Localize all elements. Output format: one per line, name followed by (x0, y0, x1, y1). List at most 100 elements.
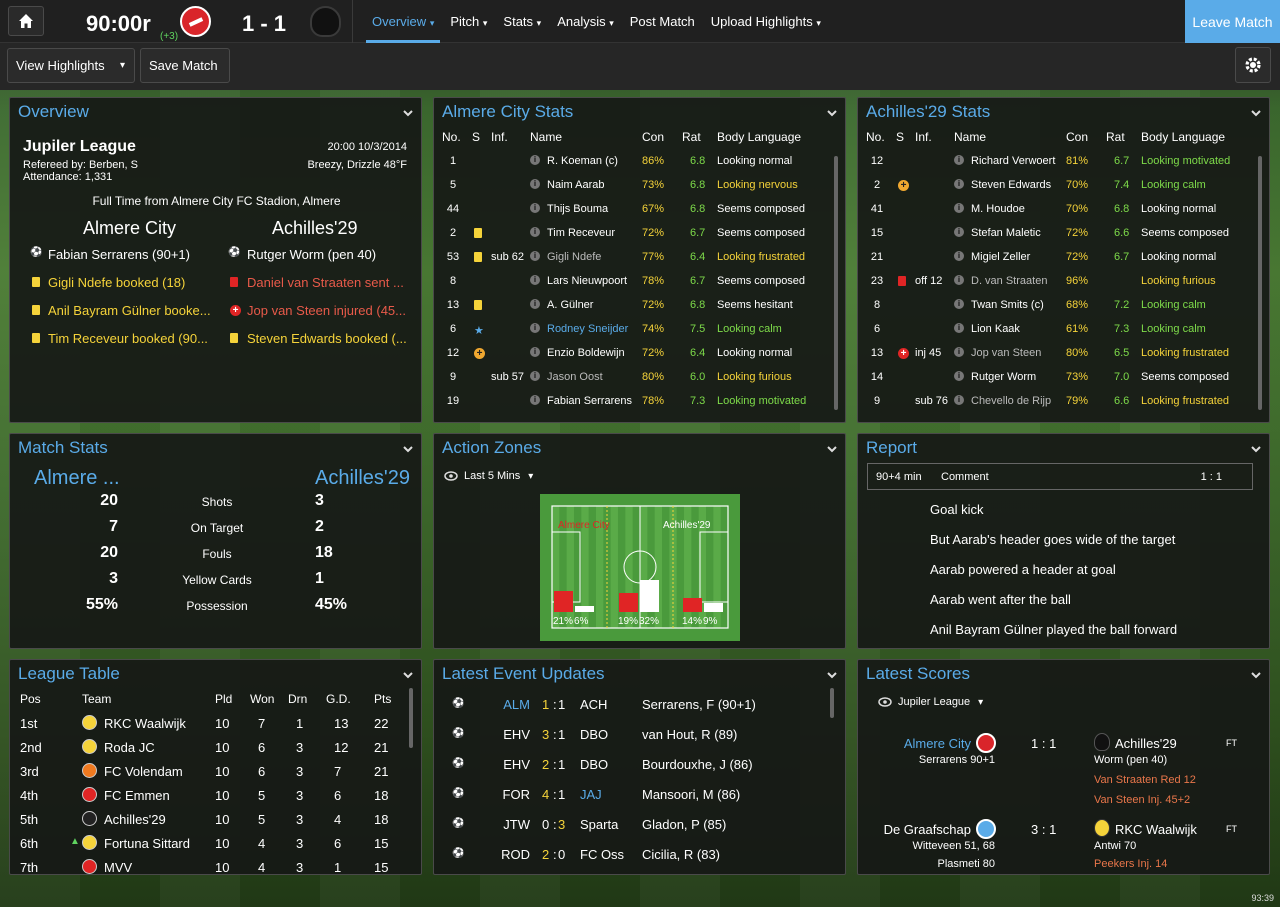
player-row[interactable]: 9 sub 57 i Jason Oost 80% 6.0 Looking furious (434, 365, 832, 389)
chevron-down-icon[interactable] (825, 442, 839, 456)
player-row[interactable]: 8 i Twan Smits (c) 68% 7.2 Looking calm (858, 293, 1256, 317)
info-icon[interactable]: i (954, 203, 964, 213)
home-event[interactable]: Gigli Ndefe booked (18) (10, 272, 216, 294)
info-icon[interactable]: i (530, 179, 540, 189)
chevron-down-icon[interactable] (825, 106, 839, 120)
table-row[interactable]: 3rd FC Volendam 10 6 3 7 21 (10, 759, 405, 783)
leave-match-button[interactable]: Leave Match (1185, 0, 1280, 43)
info-icon[interactable]: i (530, 155, 540, 165)
info-icon[interactable]: i (954, 227, 964, 237)
event-row[interactable]: ⚽ JTW 0:3 Sparta Gladon, P (85) (434, 810, 824, 838)
player-row[interactable]: 1 i R. Koeman (c) 86% 6.8 Looking normal (434, 149, 832, 173)
home-button[interactable] (8, 6, 44, 36)
chevron-down-icon[interactable] (401, 668, 415, 682)
info-icon[interactable]: i (530, 275, 540, 285)
player-row[interactable]: 44 i Thijs Bouma 67% 6.8 Seems composed (434, 197, 832, 221)
player-row[interactable]: 6 ★ i Rodney Sneijder 74% 7.5 Looking calm (434, 317, 832, 341)
info-icon[interactable]: i (954, 299, 964, 309)
event-row[interactable]: ⚽ ROD 2:0 FC Oss Cicilia, R (83) (434, 840, 824, 868)
table-row[interactable]: 5th Achilles'29 10 5 3 4 18 (10, 807, 405, 831)
info-icon[interactable]: i (530, 347, 540, 357)
table-row[interactable]: 2nd Roda JC 10 6 3 12 21 (10, 735, 405, 759)
info-icon[interactable]: i (530, 227, 540, 237)
player-row[interactable]: 15 i Stefan Maletic 72% 6.6 Seems composed (858, 221, 1256, 245)
away-event[interactable]: + Jop van Steen injured (45... (216, 300, 421, 322)
tab-analysis[interactable]: Analysis ▾ (551, 0, 620, 43)
time-filter-dropdown[interactable]: Last 5 Mins ▾ (444, 464, 533, 488)
column-header: Rat (1106, 130, 1125, 144)
player-row[interactable]: 9 sub 76 i Chevello de Rijp 79% 6.6 Looking fr… (858, 389, 1256, 413)
info-icon[interactable]: i (954, 323, 964, 333)
settings-button[interactable] (1235, 47, 1271, 83)
tab-upload-highlights[interactable]: Upload Highlights ▾ (705, 0, 827, 43)
scrollbar[interactable] (1258, 156, 1262, 410)
info-icon[interactable]: i (954, 179, 964, 189)
player-row[interactable]: 8 i Lars Nieuwpoort 78% 6.7 Seems composed (434, 269, 832, 293)
player-row[interactable]: 14 i Rutger Worm 73% 7.0 Seems composed (858, 365, 1256, 389)
player-row[interactable]: 41 i M. Houdoe 70% 6.8 Looking normal (858, 197, 1256, 221)
chevron-down-icon[interactable] (1249, 106, 1263, 120)
save-match-button[interactable]: Save Match (140, 48, 230, 83)
scrollbar[interactable] (409, 688, 413, 748)
player-row[interactable]: 23 off 12 i D. van Straaten 96% Looking furio… (858, 269, 1256, 293)
player-row[interactable]: 2 + i Steven Edwards 70% 7.4 Looking calm (858, 173, 1256, 197)
chevron-down-icon[interactable] (1249, 668, 1263, 682)
info-icon[interactable]: i (530, 395, 540, 405)
tab-overview[interactable]: Overview ▾ (366, 0, 441, 43)
player-row[interactable]: 13 i A. Gülner 72% 6.8 Seems hesitant (434, 293, 832, 317)
table-row[interactable]: 7th MVV 10 4 3 1 15 (10, 855, 405, 874)
away-event[interactable]: Daniel van Straaten sent ... (216, 272, 421, 294)
played: 10 (215, 788, 230, 803)
info-icon[interactable]: i (530, 299, 540, 309)
player-row[interactable]: 13 + inj 45 i Jop van Steen 80% 6.5 Looking fru… (858, 341, 1256, 365)
points: 21 (374, 740, 389, 755)
event-row[interactable]: ⚽ ALM 1:1 ACH Serrarens, F (90+1) (434, 690, 824, 718)
tab-pitch[interactable]: Pitch ▾ (444, 0, 493, 43)
event-row[interactable]: ⚽ EHV 3:1 DBO van Hout, R (89) (434, 720, 824, 748)
away-event[interactable]: ⚽ Rutger Worm (pen 40) (216, 244, 421, 266)
event-row[interactable]: ⚽ EHV 2:1 DBO Bourdouxhe, J (86) (434, 750, 824, 778)
event-row[interactable]: ⚽ FOR 4:1 JAJ Mansoori, M (86) (434, 780, 824, 808)
info-icon[interactable]: i (954, 347, 964, 357)
home-event[interactable]: ⚽ Fabian Serrarens (90+1) (10, 244, 216, 266)
scrollbar[interactable] (834, 156, 838, 410)
player-row[interactable]: 5 i Naim Aarab 73% 6.8 Looking nervous (434, 173, 832, 197)
info-icon[interactable]: i (954, 395, 964, 405)
home-event[interactable]: Tim Receveur booked (90... (10, 328, 216, 350)
info-icon[interactable]: i (954, 275, 964, 285)
scrollbar[interactable] (830, 688, 834, 718)
tab-post-match[interactable]: Post Match (624, 0, 701, 43)
info-icon[interactable]: i (954, 251, 964, 261)
view-highlights-dropdown[interactable]: View Highlights ▾ (7, 48, 135, 83)
info-icon[interactable]: i (530, 323, 540, 333)
info-icon[interactable]: i (954, 155, 964, 165)
table-row[interactable]: 1st RKC Waalwijk 10 7 1 13 22 (10, 711, 405, 735)
player-row[interactable]: 53 sub 62 i Gigli Ndefe 77% 6.4 Looking frustr… (434, 245, 832, 269)
panel-title: Action Zones (442, 438, 542, 457)
player-row[interactable]: 6 i Lion Kaak 61% 7.3 Looking calm (858, 317, 1256, 341)
score-card[interactable]: Almere City 1 : 1 Achilles'29 FT Serrare… (858, 733, 1269, 806)
league-filter-dropdown[interactable]: Jupiler League ▾ (878, 690, 983, 714)
tab-stats[interactable]: Stats ▾ (497, 0, 547, 43)
info-icon[interactable]: i (530, 203, 540, 213)
home-bar (683, 598, 702, 612)
player-row[interactable]: 19 i Fabian Serrarens 78% 7.3 Looking motivat… (434, 389, 832, 413)
player-row[interactable]: 2 i Tim Receveur 72% 6.7 Seems composed (434, 221, 832, 245)
table-row[interactable]: 4th FC Emmen 10 5 3 6 18 (10, 783, 405, 807)
score-card[interactable]: De Graafschap 3 : 1 RKC Waalwijk FT Witt… (858, 819, 1269, 874)
player-number: 15 (870, 227, 884, 239)
player-row[interactable]: 12 i Richard Verwoert 81% 6.7 Looking motivat… (858, 149, 1256, 173)
away-event[interactable]: Steven Edwards booked (... (216, 328, 421, 350)
chevron-down-icon[interactable] (825, 668, 839, 682)
table-row[interactable]: 6th ▲ Fortuna Sittard 10 4 3 6 15 (10, 831, 405, 855)
player-row[interactable]: 12 + i Enzio Boldewijn 72% 6.4 Looking normal (434, 341, 832, 365)
column-header: Con (642, 130, 665, 144)
player-row[interactable]: 21 i Migiel Zeller 72% 6.7 Looking normal (858, 245, 1256, 269)
info-icon[interactable]: i (530, 251, 540, 261)
chevron-down-icon[interactable] (401, 442, 415, 456)
info-icon[interactable]: i (530, 371, 540, 381)
home-event[interactable]: Anil Bayram Gülner booke... (10, 300, 216, 322)
info-icon[interactable]: i (954, 371, 964, 381)
chevron-down-icon[interactable] (401, 106, 415, 120)
chevron-down-icon[interactable] (1249, 442, 1263, 456)
